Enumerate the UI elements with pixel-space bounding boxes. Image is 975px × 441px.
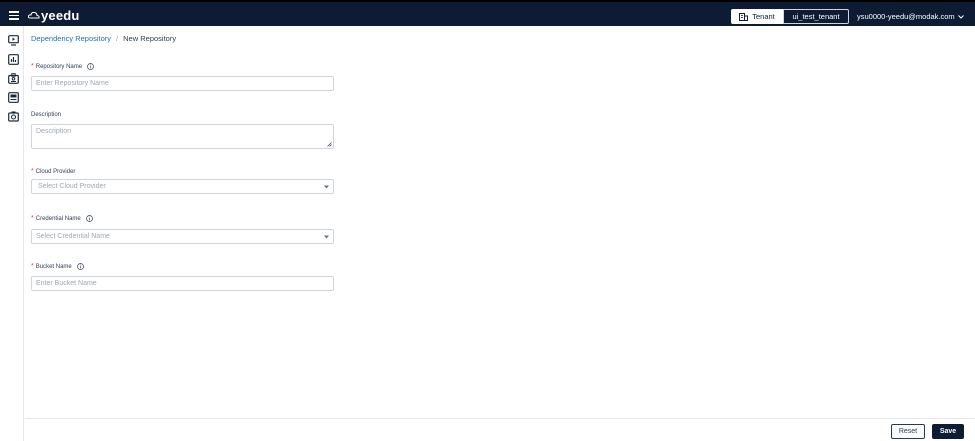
breadcrumb-dependency-repository[interactable]: Dependency Repository [31, 34, 111, 43]
tenant-label: Tenant [752, 12, 775, 21]
tenant-value[interactable]: ui_test_tenant [783, 9, 849, 24]
form-footer [25, 418, 975, 441]
tenant-selector[interactable]: Tenant ui_test_tenant [731, 9, 849, 24]
reset-button[interactable]: Reset [891, 424, 925, 439]
cloud-logo-icon [28, 11, 40, 19]
info-icon[interactable] [76, 263, 84, 270]
save-button[interactable]: Save [932, 424, 964, 439]
credential-name-label: * Credential Name [31, 215, 93, 222]
description-label: Description [31, 112, 62, 118]
credential-name-select[interactable]: Select Credential Name [31, 229, 334, 244]
monitor-icon[interactable] [8, 35, 19, 46]
resize-handle-icon[interactable] [327, 142, 332, 147]
description-textarea[interactable] [31, 124, 334, 149]
bucket-name-label: * Bucket Name [31, 263, 84, 270]
sidebar [0, 26, 24, 441]
camera-icon[interactable] [8, 111, 19, 122]
cloud-provider-select[interactable]: Select Cloud Provider [31, 179, 334, 194]
repository-name-input[interactable] [31, 76, 334, 91]
user-email: ysu0000-yeedu@modak.com [857, 12, 955, 21]
badge-icon[interactable] [8, 73, 19, 84]
top-navigation-bar: yeedu Tenant ui_test_tenant ysu0000-yeed… [0, 0, 975, 26]
caret-down-icon [324, 235, 329, 239]
bar-chart-icon[interactable] [8, 54, 19, 65]
chevron-down-icon [957, 14, 964, 19]
info-icon[interactable] [85, 215, 93, 222]
breadcrumb: Dependency Repository / New Repository [31, 34, 176, 43]
user-menu[interactable]: ysu0000-yeedu@modak.com [857, 10, 964, 23]
tenant-button[interactable]: Tenant [731, 9, 783, 24]
required-asterisk: * [31, 168, 34, 175]
logo[interactable]: yeedu [28, 6, 80, 24]
logo-text: yeedu [41, 7, 80, 23]
info-icon[interactable] [87, 63, 94, 70]
cloud-provider-placeholder: Select Cloud Provider [38, 183, 106, 190]
repository-name-label: * Repository Name [31, 63, 94, 70]
building-icon [739, 12, 749, 21]
cloud-provider-label: * Cloud Provider [31, 168, 76, 175]
required-asterisk: * [31, 215, 34, 222]
hamburger-menu-icon[interactable] [9, 11, 19, 20]
bucket-name-input[interactable] [31, 276, 334, 291]
image-gallery-icon[interactable] [8, 92, 19, 103]
required-asterisk: * [31, 63, 34, 70]
caret-down-icon [324, 185, 329, 189]
breadcrumb-separator: / [116, 34, 119, 43]
credential-name-placeholder: Select Credential Name [36, 233, 110, 240]
required-asterisk: * [31, 263, 34, 270]
breadcrumb-current-page: New Repository [123, 34, 177, 43]
